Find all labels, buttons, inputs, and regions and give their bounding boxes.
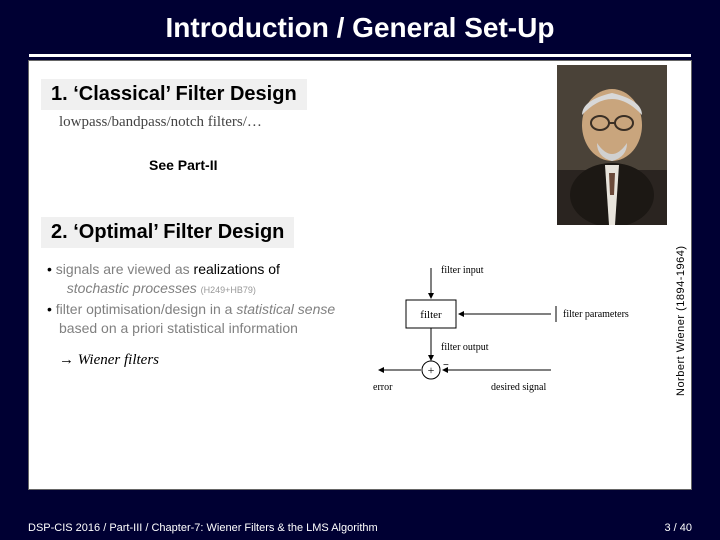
- slide-footer: DSP-CIS 2016 / Part-III / Chapter-7: Wie…: [28, 522, 692, 534]
- bullet1-part-a: signals are viewed as: [56, 261, 194, 277]
- optimal-text: • signals are viewed as realizations of …: [41, 254, 351, 369]
- label-desired: desired signal: [491, 382, 546, 393]
- bullet1-ref: (H249+HB79): [201, 285, 256, 295]
- bullet2-part-c: based on a priori statistical informatio…: [59, 320, 298, 336]
- content-panel: 1. ‘Classical’ Filter Design lowpass/ban…: [28, 60, 692, 490]
- wiener-arrow-line: → Wiener filters: [59, 352, 351, 369]
- bullet1-part-c: stochastic processes: [67, 280, 197, 296]
- bullet-2: • filter optimisation/design in a statis…: [47, 300, 351, 338]
- wiener-portrait: [557, 65, 667, 225]
- bullet2-part-a: filter optimisation/design in a: [56, 301, 237, 317]
- svg-text:−: −: [443, 360, 449, 371]
- optimal-block: • signals are viewed as realizations of …: [41, 254, 691, 408]
- slide-title: Introduction / General Set-Up: [0, 12, 720, 44]
- slide-title-bar: Introduction / General Set-Up: [0, 0, 720, 52]
- label-filter-params: filter parameters: [563, 309, 629, 320]
- svg-text:+: +: [428, 363, 435, 377]
- portrait-caption: Norbert Wiener (1894-1964): [675, 231, 689, 411]
- footer-right: 3 / 40: [664, 522, 692, 534]
- label-filter: filter: [420, 309, 442, 321]
- bullet2-part-b: statistical sense: [236, 301, 335, 317]
- bullet-1: • signals are viewed as realizations of …: [47, 260, 351, 298]
- label-error: error: [373, 382, 393, 393]
- footer-left: DSP-CIS 2016 / Part-III / Chapter-7: Wie…: [28, 522, 378, 534]
- section2-heading: 2. ‘Optimal’ Filter Design: [41, 217, 294, 248]
- bullet1-part-b: realizations of: [194, 261, 280, 277]
- title-underline: [29, 54, 691, 57]
- filter-block-diagram: filter input filter filter parameters fi…: [361, 258, 661, 408]
- label-filter-input: filter input: [441, 265, 484, 276]
- section1-heading: 1. ‘Classical’ Filter Design: [41, 79, 307, 110]
- label-filter-output: filter output: [441, 342, 489, 353]
